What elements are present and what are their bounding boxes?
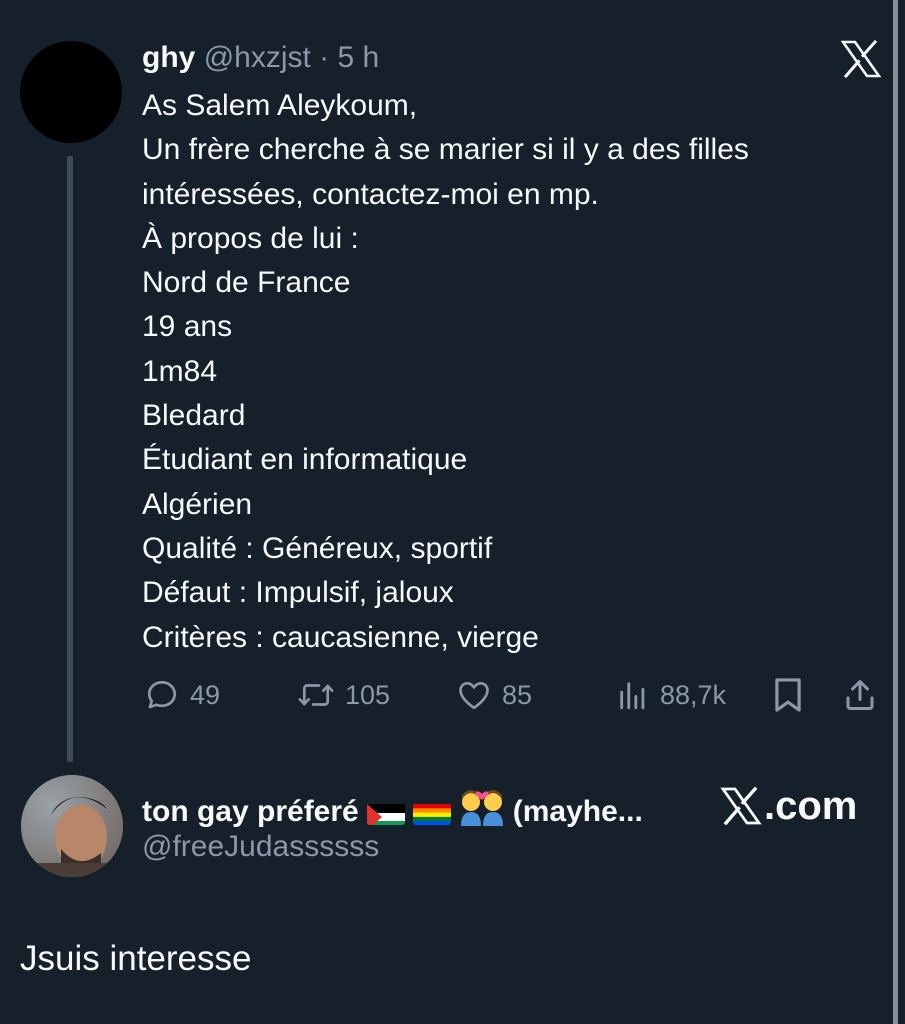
- tweet-text-line: Bledard: [142, 399, 246, 433]
- scrollbar[interactable]: [893, 0, 898, 1024]
- reply-author-avatar[interactable]: [21, 775, 123, 877]
- tweet-header: ghy @hxzjst · 5 h: [142, 40, 379, 76]
- views-chart-icon: [620, 682, 645, 710]
- like-count: 85: [502, 679, 533, 710]
- author-avatar[interactable]: [20, 41, 122, 143]
- x-com-watermark: .com: [720, 782, 857, 830]
- tweet-text-line: Critères : caucasienne, vierge: [142, 620, 539, 654]
- reply-author-handle[interactable]: @freeJudassssss: [142, 827, 379, 867]
- x-logo-glyph: [841, 40, 881, 78]
- bookmark-button[interactable]: [772, 672, 804, 718]
- tweet-text-line: Étudiant en informatique: [142, 443, 468, 477]
- tweet-text: As Salem Aleykoum, Un frère cherche à se…: [142, 84, 862, 660]
- tweet-text-line: Algérien: [142, 487, 253, 521]
- thread-connector-line: [67, 156, 73, 762]
- repost-button[interactable]: 105: [297, 672, 390, 718]
- tweet-text-line: Défaut : Impulsif, jaloux: [142, 576, 454, 610]
- reply-count: 49: [190, 679, 221, 710]
- header-separator: ·: [319, 41, 330, 74]
- reply-text: Jsuis interesse: [20, 939, 252, 978]
- tweet-text-line: intéressées, contactez-moi en mp.: [142, 177, 599, 211]
- couple-with-heart-icon: [459, 784, 505, 839]
- tweet-text-line: À propos de lui :: [142, 221, 359, 255]
- views-count: 88,7k: [660, 679, 727, 710]
- tweet-text-line: As Salem Aleykoum,: [142, 89, 418, 122]
- author-display-name[interactable]: ghy: [142, 41, 195, 74]
- heart-icon: [459, 681, 489, 710]
- avatar-photo-image: [21, 775, 123, 877]
- palestine-flag-icon: [366, 799, 405, 825]
- repost-icon: [298, 684, 334, 706]
- screenshot: ghy @hxzjst · 5 h As Salem Aleykoum, Un …: [0, 0, 905, 1024]
- tweet-text-line: Nord de France: [142, 266, 351, 300]
- x-logo-icon[interactable]: [838, 38, 884, 80]
- share-icon: [846, 680, 874, 710]
- share-button[interactable]: [842, 672, 878, 718]
- tweet-text-line: 19 ans: [142, 310, 233, 344]
- bookmark-icon: [775, 678, 801, 712]
- tweet-actions: 49 105 85 88,7k: [142, 672, 882, 718]
- reply-button[interactable]: 49: [144, 672, 220, 718]
- reply-icon: [147, 680, 177, 709]
- like-button[interactable]: 85: [456, 672, 532, 718]
- tweet-timestamp[interactable]: 5 h: [338, 41, 380, 74]
- tweet-text-line: Un frère cherche à se marier si il y a d…: [142, 133, 749, 167]
- watermark-text: .com: [764, 784, 858, 828]
- rainbow-flag-icon: [412, 799, 451, 825]
- tweet-text-line: 1m84: [142, 354, 218, 388]
- author-handle[interactable]: @hxzjst: [204, 41, 311, 74]
- repost-count: 105: [345, 679, 391, 710]
- views-button[interactable]: 88,7k: [616, 672, 726, 718]
- reply-display-name-suffix: (mayhe...: [512, 794, 643, 828]
- tweet-text-line: Qualité : Généreux, sportif: [142, 531, 493, 565]
- x-watermark-icon: [720, 787, 762, 825]
